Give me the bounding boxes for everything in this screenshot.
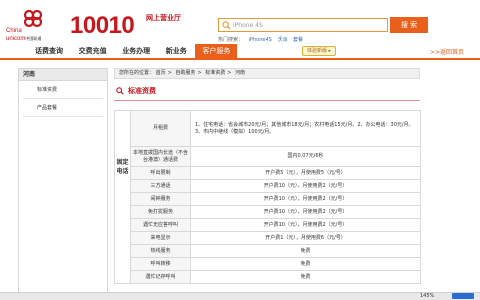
table-row: 热线服务 免费	[115, 244, 421, 258]
magnifier-icon	[116, 87, 124, 95]
section-rule	[114, 100, 420, 101]
table-cell-value: 国内0.07元/6秒	[190, 146, 421, 167]
zoom-level[interactable]: 145%	[420, 293, 434, 299]
table-row: 闹钟服务 开户费10（元），月使用费2（元/号）	[115, 192, 421, 206]
breadcrumb-item: 河南	[235, 70, 246, 76]
section-title-text: 标准资费	[128, 87, 156, 95]
table-category: 固定	[114, 110, 131, 167]
nav-divider	[0, 58, 480, 60]
section-title: 标准资费	[116, 84, 156, 98]
table-cell-name: 月租费	[130, 110, 191, 147]
search-icon	[222, 21, 231, 30]
table-cell-value: 开户费10（元），月使用费2（元/号）	[190, 192, 421, 206]
brand-10010[interactable]: 10010	[70, 12, 135, 40]
sidebar-item-standard-fees[interactable]: 标准资费	[23, 81, 103, 99]
search-box	[218, 18, 388, 32]
table-cell-value: 开户费10（元），月使用费2（元/号）	[190, 205, 421, 219]
table-cell-name: 遇忙记存呼叫	[130, 270, 191, 284]
table-cell-value: 免费	[190, 270, 421, 284]
nav-item-recharge[interactable]: 交费充值	[72, 44, 114, 58]
table-cell-value: 1、住宅电话：省会城市20元/月；其他城市18元/月；农村电话15元/月。2、办…	[190, 110, 421, 147]
table-row: 来电显示 开户费1（元），月使用费6（元/号）	[115, 231, 421, 245]
table-row: 呼叫转移 免费	[115, 257, 421, 271]
table-category: 电话	[114, 166, 131, 284]
main-nav: 话费查询 交费充值 业务办理 新业务 客户服务	[28, 44, 238, 58]
unicom-knot-icon	[23, 9, 43, 28]
sidebar: 河南 标准资费 产品套餐	[18, 68, 108, 300]
table-cell-name: 来电显示	[130, 231, 191, 245]
unicom-logo[interactable]: China unicom中国联通	[6, 8, 68, 44]
breadcrumb: 您所在的位置： 首页 > 自助服务 > 标准资费 > 河南	[114, 68, 420, 79]
nav-item-customer-service[interactable]: 客户服务	[195, 44, 238, 58]
sidebar-item-packages[interactable]: 产品套餐	[23, 99, 103, 117]
table-cell-value: 免费	[190, 257, 421, 271]
brand-subtitle: 网上营业厅	[146, 14, 181, 22]
table-cell-name: 免打扰服务	[130, 205, 191, 219]
table-cell-value: 开户费10（元），月使用费2（元/号）	[190, 218, 421, 232]
breadcrumb-item[interactable]: 首页	[156, 70, 166, 76]
hot-search-keyword[interactable]: 套餐	[293, 37, 303, 43]
back-home-link[interactable]: >>返回首页	[430, 47, 464, 56]
try-new-version-button[interactable]: 体验新版 ▸	[302, 46, 336, 56]
hot-search-keyword[interactable]: 沃派	[277, 37, 287, 43]
logo-text-cn: 中国联通	[25, 36, 42, 41]
breadcrumb-item[interactable]: 标准资费	[205, 70, 225, 76]
browser-status-bar	[0, 292, 480, 300]
table-cell-name: 呼出限制	[130, 166, 191, 180]
fee-table: 固定 月租费 1、住宅电话：省会城市20元/月；其他城市18元/月；农村电话15…	[114, 110, 421, 284]
nav-item-bill-query[interactable]: 话费查询	[28, 44, 70, 58]
table-row: 遇忙无应答呼叫 开户费10（元），月使用费2（元/号）	[115, 218, 421, 232]
table-cell-name: 本地直拨国内长途（不含台港澳）通话费	[130, 146, 191, 167]
breadcrumb-item[interactable]: 自助服务	[175, 70, 195, 76]
hot-search: 热门搜索： iPhone4S 沃派 套餐	[218, 36, 307, 43]
sidebar-title: 河南	[19, 69, 107, 81]
search-input[interactable]	[233, 20, 383, 30]
table-row: 三方通话 开户费10（元），月使用费2（元/号）	[115, 179, 421, 193]
nav-item-new-business[interactable]: 新业务	[159, 44, 194, 58]
table-row: 本地直拨国内长途（不含台港澳）通话费 国内0.07元/6秒	[115, 146, 421, 167]
table-cell-name: 闹钟服务	[130, 192, 191, 206]
nav-item-business[interactable]: 业务办理	[115, 44, 157, 58]
table-cell-value: 免费	[190, 244, 421, 258]
table-row: 遇忙记存呼叫 免费	[115, 270, 421, 284]
table-cell-value: 开户费1（元），月使用费6（元/号）	[190, 231, 421, 245]
table-row: 电话 呼出限制 开户费5（元），月使用费5（元/号）	[114, 166, 421, 284]
breadcrumb-prefix: 您所在的位置：	[119, 70, 155, 76]
table-cell-name: 三方通话	[130, 179, 191, 193]
table-cell-value: 开户费10（元），月使用费2（元/号）	[190, 179, 421, 193]
hot-search-keyword[interactable]: iPhone4S	[249, 37, 272, 43]
logo-text-en: China unicom中国联通	[6, 28, 42, 42]
search-button[interactable]: 搜 索	[390, 17, 428, 33]
table-row: 免打扰服务 开户费10（元），月使用费2（元/号）	[115, 205, 421, 219]
taskbar-button[interactable]	[452, 293, 474, 299]
table-cell-name: 呼叫转移	[130, 257, 191, 271]
table-cell-value: 开户费5（元），月使用费5（元/号）	[190, 166, 421, 180]
table-cell-name: 遇忙无应答呼叫	[130, 218, 191, 232]
hot-search-label: 热门搜索：	[218, 37, 244, 43]
table-cell-name: 热线服务	[130, 244, 191, 258]
table-row: 固定 月租费 1、住宅电话：省会城市20元/月；其他城市18元/月；农村电话15…	[114, 110, 421, 167]
